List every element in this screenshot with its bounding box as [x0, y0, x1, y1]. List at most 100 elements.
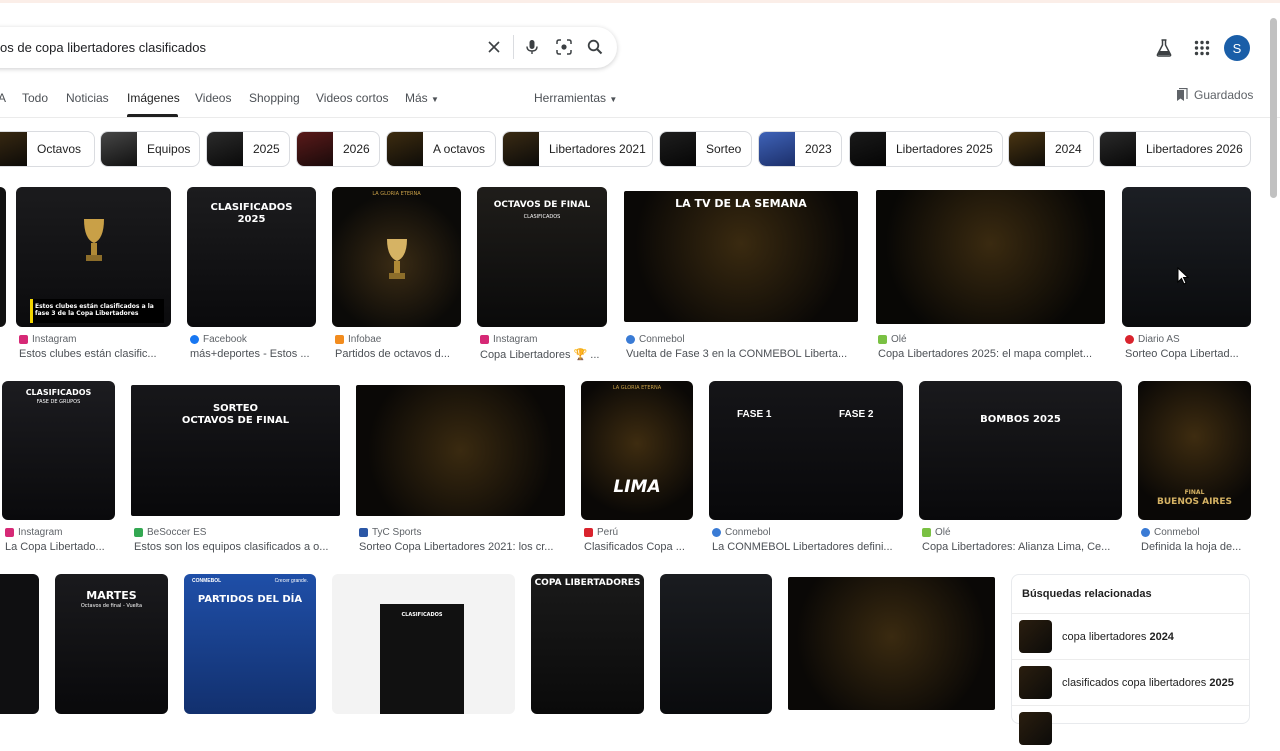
result-thumbnail[interactable] [1122, 187, 1251, 327]
result-thumbnail[interactable]: LA TV DE LA SEMANA [624, 191, 858, 322]
result-title[interactable]: Partidos de octavos d... [335, 348, 461, 360]
account-avatar[interactable]: S [1224, 35, 1250, 61]
tab-imagenes[interactable]: Imágenes [127, 91, 180, 105]
tab-videos-cortos[interactable]: Videos cortos [316, 91, 389, 105]
result-title[interactable]: Definida la hoja de... [1141, 541, 1249, 553]
result-thumbnail[interactable]: CONMEBOL Crecer grande. PARTIDOS DEL DÍA [184, 574, 316, 714]
chip-thumbnail [297, 132, 333, 166]
result-thumbnail[interactable]: BOMBOS 2025 [919, 381, 1122, 520]
chip-equipos[interactable]: Equipos [100, 131, 200, 167]
thumbnail-heading: OCTAVOS DE FINAL [493, 200, 591, 210]
result-thumbnail[interactable] [0, 574, 39, 714]
result-title[interactable]: Sorteo Copa Libertad... [1125, 348, 1247, 360]
chip-thumbnail [387, 132, 423, 166]
saved-button[interactable]: Guardados [1176, 88, 1253, 102]
labs-flask-icon[interactable] [1151, 35, 1177, 61]
chip-2026[interactable]: 2026 [296, 131, 380, 167]
result-title[interactable]: Estos son los equipos clasificados a o..… [134, 541, 340, 553]
lens-icon[interactable] [554, 37, 574, 57]
search-input[interactable]: os de copa libertadores clasificados [0, 40, 206, 55]
result-source: Conmebol [712, 527, 771, 538]
search-icon[interactable] [585, 37, 605, 57]
result-thumbnail[interactable] [876, 190, 1105, 324]
ole-icon [922, 528, 931, 537]
chip-sorteo[interactable]: Sorteo [659, 131, 752, 167]
result-source: Instagram [5, 527, 62, 538]
result-source: Facebook [190, 334, 247, 345]
result-thumbnail[interactable]: OCTAVOS DE FINAL CLASIFICADOS [477, 187, 607, 327]
result-source-label: Olé [891, 334, 907, 345]
tools-label: Herramientas [534, 91, 607, 105]
tab-todo[interactable]: Todo [22, 91, 48, 105]
clear-icon[interactable] [484, 37, 504, 57]
related-search-item[interactable]: copa libertadores 2024 [1012, 613, 1249, 659]
result-thumbnail[interactable]: FINAL BUENOS AIRES [1138, 381, 1251, 520]
apps-grid-icon[interactable] [1189, 35, 1215, 61]
chip-label: 2026 [343, 142, 370, 156]
tab-noticias[interactable]: Noticias [66, 91, 109, 105]
result-source: Conmebol [626, 334, 685, 345]
result-source-label: Olé [935, 527, 951, 538]
chip-libertadores-2026[interactable]: Libertadores 2026 [1099, 131, 1251, 167]
chip-thumbnail [850, 132, 886, 166]
chip-2025[interactable]: 2025 [206, 131, 290, 167]
tabs-divider [0, 117, 1280, 118]
conmebol-icon [626, 335, 635, 344]
saved-label: Guardados [1194, 88, 1254, 102]
thumbnail-heading: CLASIFICADOS [210, 202, 293, 213]
result-thumbnail[interactable]: MARTES Octavos de final - Vuelta [55, 574, 168, 714]
result-thumbnail[interactable] [0, 187, 6, 327]
related-search-prefix: copa libertadores [1062, 630, 1150, 643]
chip-label: Sorteo [706, 142, 742, 156]
related-searches-panel: Búsquedas relacionadas copa libertadores… [1011, 574, 1250, 745]
chip-label: Libertadores 2021 [549, 142, 646, 156]
result-thumbnail[interactable] [356, 385, 565, 516]
thumbnail-caption: Estos clubes están clasificados a la fas… [35, 303, 154, 317]
thumbnail-subheading: 2025 [237, 214, 266, 225]
result-title[interactable]: Clasificados Copa ... [584, 541, 692, 553]
result-thumbnail[interactable]: CLASIFICADOS [332, 574, 515, 714]
result-thumbnail[interactable]: SORTEO OCTAVOS DE FINAL [131, 385, 340, 516]
result-title[interactable]: más+deportes - Estos ... [190, 348, 316, 360]
related-search-item[interactable] [1012, 705, 1249, 751]
tab-ai[interactable]: A [0, 91, 6, 105]
result-title[interactable]: La CONMEBOL Libertadores defini... [712, 541, 902, 553]
related-search-bold: 2025 [1209, 676, 1234, 689]
result-title[interactable]: Vuelta de Fase 3 en la CONMEBOL Liberta.… [626, 348, 858, 360]
chip-2024[interactable]: 2024 [1008, 131, 1094, 167]
result-title[interactable]: Sorteo Copa Libertadores 2021: los cr... [359, 541, 564, 553]
result-title[interactable]: Estos clubes están clasific... [19, 348, 169, 360]
result-thumbnail[interactable]: Estos clubes están clasificados a la fas… [16, 187, 171, 327]
tab-videos[interactable]: Videos [195, 91, 231, 105]
result-source-label: BeSoccer ES [147, 527, 207, 538]
result-title[interactable]: Copa Libertadores 🏆 ... [480, 348, 606, 361]
result-thumbnail[interactable]: CLASIFICADOS 2025 [187, 187, 316, 327]
result-title[interactable]: Copa Libertadores: Alianza Lima, Ce... [922, 541, 1120, 553]
instagram-icon [5, 528, 14, 537]
chip-label: 2025 [253, 142, 280, 156]
page-scrollbar[interactable] [1270, 18, 1277, 198]
chip-a-octavos[interactable]: A octavos [386, 131, 496, 167]
related-search-item[interactable]: clasificados copa libertadores 2025 [1012, 659, 1249, 705]
result-thumbnail[interactable]: LA GLORIA ETERNA LIMA [581, 381, 693, 520]
result-title[interactable]: La Copa Libertado... [5, 541, 113, 553]
result-title[interactable]: Copa Libertadores 2025: el mapa complet.… [878, 348, 1104, 360]
thumbnail-subheading: BUENOS AIRES [1157, 497, 1232, 507]
tab-shopping[interactable]: Shopping [249, 91, 300, 105]
result-thumbnail[interactable] [660, 574, 772, 714]
related-searches-title: Búsquedas relacionadas [1022, 588, 1152, 600]
result-thumbnail[interactable]: COPA LIBERTADORES [531, 574, 644, 714]
tab-mas[interactable]: Más ▼ [405, 91, 439, 105]
result-thumbnail[interactable]: FASE 1 FASE 2 [709, 381, 903, 520]
microphone-icon[interactable] [522, 37, 542, 57]
result-source-label: Instagram [493, 334, 538, 345]
chip-libertadores-2025[interactable]: Libertadores 2025 [849, 131, 1003, 167]
chip-octavos[interactable]: Octavos [0, 131, 95, 167]
chip-label: Octavos [37, 142, 82, 156]
chip-2023[interactable]: 2023 [758, 131, 842, 167]
chip-libertadores-2021[interactable]: Libertadores 2021 [502, 131, 653, 167]
result-thumbnail[interactable]: LA GLORIA ETERNA [332, 187, 461, 327]
result-thumbnail[interactable]: CLASIFICADOS FASE DE GRUPOS [2, 381, 115, 520]
tools-button[interactable]: Herramientas ▼ [534, 91, 617, 105]
result-thumbnail[interactable] [788, 577, 995, 710]
